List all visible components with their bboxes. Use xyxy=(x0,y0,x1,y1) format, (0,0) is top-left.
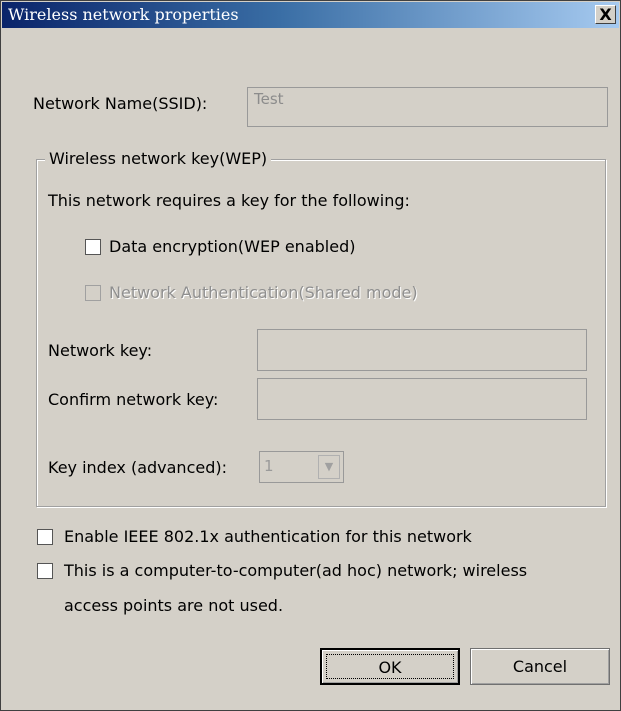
network-authentication-checkbox[interactable] xyxy=(85,285,101,301)
close-button[interactable]: X xyxy=(595,5,616,24)
adhoc-checkbox[interactable] xyxy=(37,563,53,579)
chevron-down-icon[interactable]: ▼ xyxy=(318,455,340,479)
data-encryption-label[interactable]: Data encryption(WEP enabled) xyxy=(109,237,355,256)
ieee-8021x-checkbox[interactable] xyxy=(37,529,53,545)
cancel-button-label: Cancel xyxy=(512,657,568,676)
cancel-button[interactable]: Cancel xyxy=(470,648,610,685)
close-icon: X xyxy=(599,5,612,24)
ieee-8021x-label[interactable]: Enable IEEE 802.1x authentication for th… xyxy=(64,527,472,546)
window-title: Wireless network properties xyxy=(8,5,239,24)
adhoc-label-line2[interactable]: access points are not used. xyxy=(64,596,283,615)
adhoc-label-line1[interactable]: This is a computer-to-computer(ad hoc) n… xyxy=(64,561,527,580)
ok-button-label: OK xyxy=(378,658,402,677)
key-index-value: 1 xyxy=(264,457,274,475)
network-key-label: Network key: xyxy=(48,341,153,360)
data-encryption-checkbox[interactable] xyxy=(85,239,101,255)
network-key-field[interactable] xyxy=(257,329,587,371)
key-index-label: Key index (advanced): xyxy=(48,458,227,477)
confirm-network-key-label: Confirm network key: xyxy=(48,390,219,409)
key-index-select[interactable]: 1 ▼ xyxy=(259,451,344,483)
title-bar[interactable]: Wireless network properties X xyxy=(2,2,619,28)
ok-button[interactable]: OK xyxy=(320,648,460,685)
ssid-label: Network Name(SSID): xyxy=(33,94,208,113)
wep-group-legend: Wireless network key(WEP) xyxy=(45,149,272,168)
confirm-network-key-field[interactable] xyxy=(257,378,587,420)
wep-description: This network requires a key for the foll… xyxy=(48,191,410,210)
network-authentication-label: Network Authentication(Shared mode) xyxy=(109,283,418,302)
ssid-field[interactable]: Test xyxy=(247,87,608,127)
wireless-properties-dialog: Wireless network properties X Network Na… xyxy=(0,0,621,711)
